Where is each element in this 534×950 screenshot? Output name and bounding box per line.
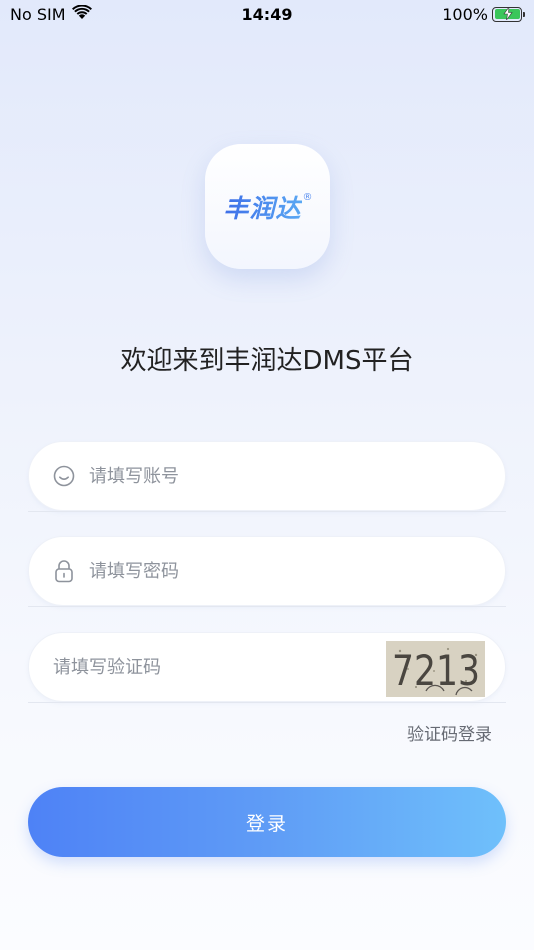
captcha-underline [28,702,506,703]
status-bar: No SIM 14:49 100% [0,0,534,28]
user-smile-icon [53,464,75,488]
lock-icon [53,559,75,583]
sms-login-link[interactable]: 验证码登录 [407,720,492,745]
charging-bolt-icon [502,7,513,20]
app-logo: 丰润达 ® [205,144,330,269]
battery-icon [492,6,525,22]
captcha-field[interactable]: 7213 [28,632,506,702]
account-input[interactable] [89,465,389,487]
battery-percent: 100% [442,4,488,24]
logo-text: 丰润达 [223,189,301,225]
status-left: No SIM [10,4,92,24]
password-input[interactable] [89,560,389,582]
account-underline [28,511,506,512]
captcha-input[interactable] [53,656,353,678]
welcome-title: 欢迎来到丰润达DMS平台 [120,346,414,376]
captcha-image[interactable]: 7213 [386,641,485,697]
login-button[interactable]: 登录 [28,787,506,857]
account-field[interactable] [28,441,506,511]
logo-registered-mark: ® [302,192,313,203]
status-right: 100% [442,4,525,24]
captcha-text: 7213 [392,646,480,695]
carrier-label: No SIM [10,4,66,24]
password-field[interactable] [28,536,506,606]
password-underline [28,606,506,607]
wifi-icon [71,4,92,24]
